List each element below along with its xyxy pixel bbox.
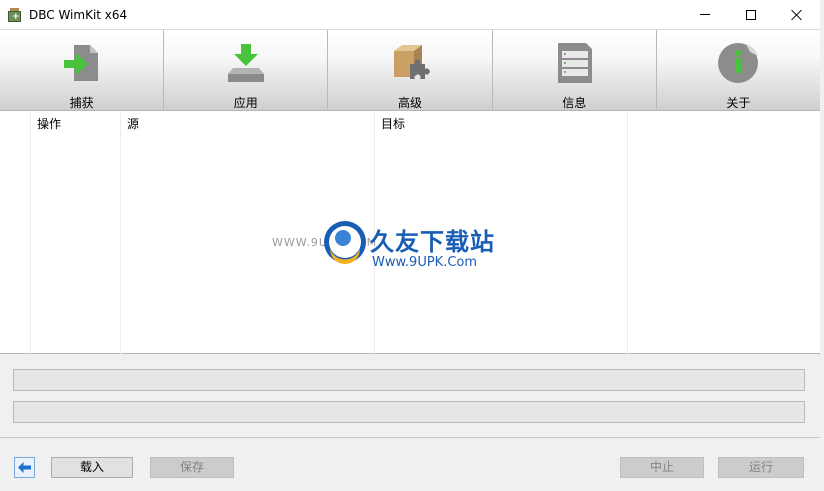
column-operation: 操作	[30, 111, 120, 354]
column-empty	[627, 111, 820, 354]
main-toolbar: 捕获 应用 高级 信息 关于	[0, 29, 821, 111]
info-document-icon	[558, 43, 593, 83]
capture-arrow-icon	[63, 45, 98, 81]
window-title: DBC WimKit x64	[29, 7, 128, 22]
progress-bar-primary	[13, 369, 805, 391]
app-icon: +	[8, 7, 22, 22]
save-button[interactable]: 保存	[150, 457, 234, 478]
watermark-logo-icon	[324, 221, 366, 264]
capture-button[interactable]: 捕获	[0, 30, 165, 110]
info-label: 信息	[562, 96, 587, 110]
watermark-title: 久友下载站	[370, 228, 495, 256]
column-header-source[interactable]: 源	[127, 115, 139, 132]
about-button[interactable]: 关于	[656, 30, 821, 110]
progress-bar-secondary	[13, 401, 805, 423]
capture-label: 捕获	[69, 96, 94, 110]
arrow-left-icon	[18, 462, 31, 473]
apply-button[interactable]: 应用	[164, 30, 329, 110]
watermark-url: Www.9UPK.Com	[372, 255, 478, 270]
about-label: 关于	[726, 96, 751, 110]
apply-label: 应用	[233, 96, 258, 110]
abort-button[interactable]: 中止	[620, 457, 704, 478]
maximize-button[interactable]	[728, 0, 774, 29]
advanced-puzzle-box-icon	[394, 45, 430, 79]
title-bar: + DBC WimKit x64	[0, 0, 820, 29]
close-button[interactable]	[774, 0, 820, 29]
column-header-target[interactable]: 目标	[381, 115, 405, 132]
column-header-operation[interactable]: 操作	[37, 115, 61, 132]
about-info-icon	[718, 43, 759, 83]
minimize-button[interactable]	[682, 0, 728, 29]
maximize-icon	[746, 9, 756, 20]
minimize-icon	[700, 14, 710, 15]
back-button[interactable]	[14, 457, 35, 478]
app-window: + DBC WimKit x64 捕获 应用 高级 信息 关于 操作 源 目标 …	[0, 0, 821, 491]
advanced-label: 高级	[398, 96, 423, 110]
run-button[interactable]: 运行	[718, 457, 804, 478]
advanced-button[interactable]: 高级	[328, 30, 493, 110]
bottom-bar: 载入 保存 中止 运行	[0, 438, 820, 491]
apply-download-icon	[227, 44, 264, 82]
progress-area	[0, 355, 820, 438]
load-button[interactable]: 载入	[51, 457, 133, 478]
window-controls	[682, 0, 820, 29]
info-button[interactable]: 信息	[492, 30, 657, 110]
close-icon	[791, 9, 803, 21]
